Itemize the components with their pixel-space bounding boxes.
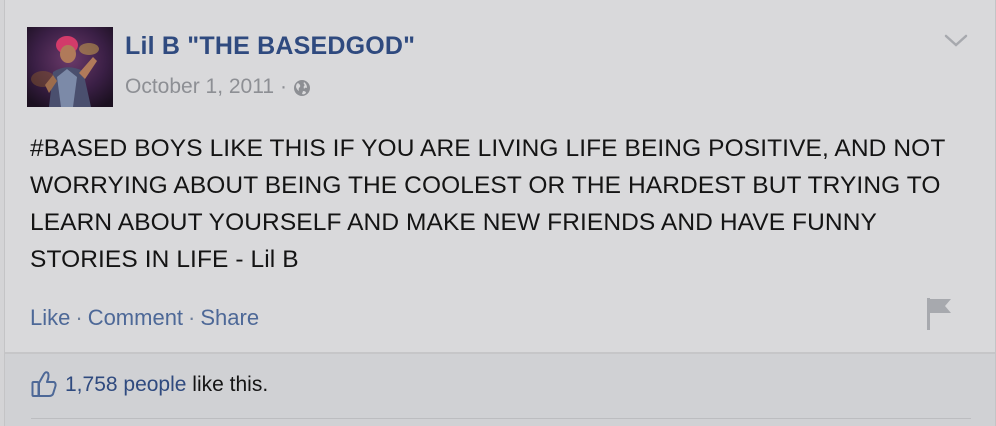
comment-link[interactable]: Comment <box>88 305 183 330</box>
globe-icon[interactable] <box>293 79 311 97</box>
likes-summary: 1,758 people like this. <box>65 373 268 397</box>
share-link[interactable]: Share <box>200 305 259 330</box>
post-date[interactable]: October 1, 2011 <box>125 75 274 99</box>
likes-count[interactable]: 1,758 people <box>65 373 186 396</box>
thumbs-up-icon[interactable] <box>31 370 57 398</box>
post-meta: October 1, 2011 · <box>125 75 311 99</box>
footer-divider <box>31 418 971 419</box>
post-actions: Like · Comment · Share <box>30 305 259 331</box>
likes-suffix: like this. <box>192 373 269 396</box>
post-text: #BASED BOYS LIKE THIS IF YOU ARE LIVING … <box>30 135 945 273</box>
avatar[interactable] <box>27 27 113 107</box>
action-separator: · <box>188 305 196 330</box>
action-separator: · <box>75 305 83 330</box>
avatar-image <box>27 27 113 107</box>
chevron-down-icon[interactable] <box>943 32 969 50</box>
meta-separator: · <box>280 75 288 98</box>
post-card: Lil B "THE BASEDGOD" October 1, 2011 · #… <box>4 0 996 426</box>
flag-icon[interactable] <box>923 296 955 332</box>
like-link[interactable]: Like <box>30 305 70 330</box>
likes-bar: 1,758 people like this. <box>5 354 995 426</box>
author-name[interactable]: Lil B "THE BASEDGOD" <box>125 32 415 61</box>
